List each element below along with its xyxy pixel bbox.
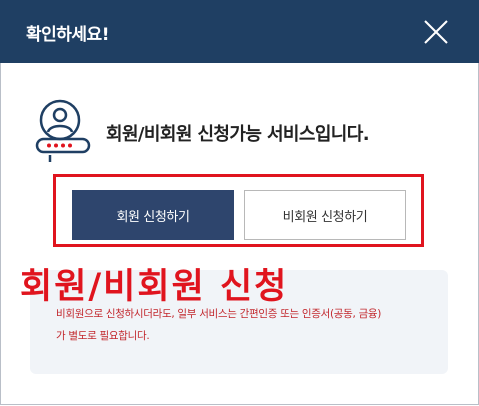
member-id-icon <box>34 98 92 164</box>
notice-line-2: 가 별도로 필요합니다. <box>56 330 150 342</box>
dialog-header: 확인하세요! <box>0 0 479 63</box>
annotation-caption: 회원/비회원 신청 <box>20 267 289 307</box>
close-icon <box>424 20 448 44</box>
dialog-title: 확인하세요! <box>26 25 109 45</box>
close-button[interactable] <box>418 14 454 50</box>
intro-text: 회원/비회원 신청가능 서비스입니다. <box>106 124 370 145</box>
guest-apply-button[interactable]: 비회원 신청하기 <box>244 190 406 240</box>
member-apply-button[interactable]: 회원 신청하기 <box>72 190 234 240</box>
